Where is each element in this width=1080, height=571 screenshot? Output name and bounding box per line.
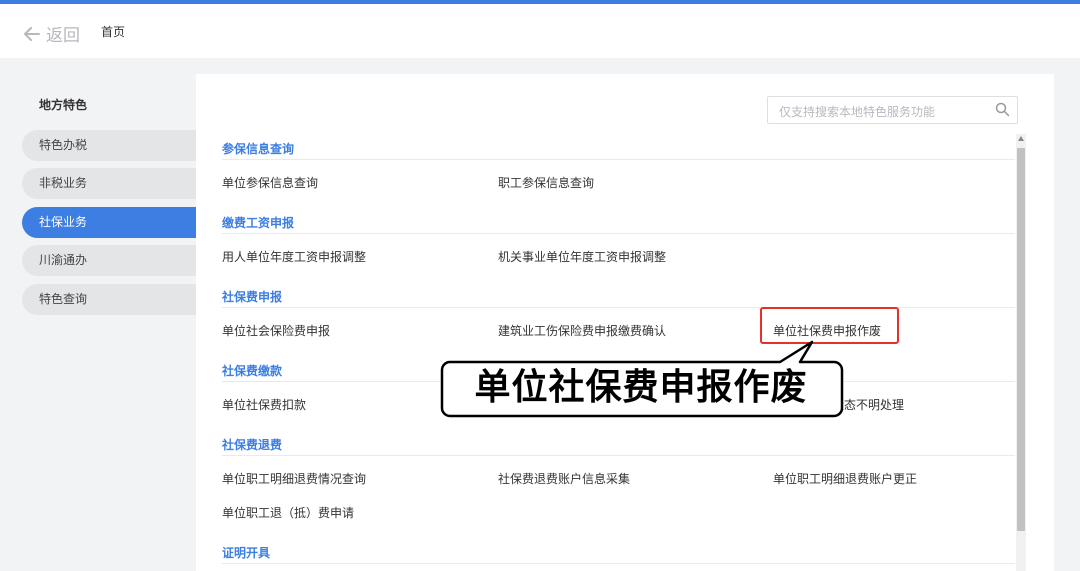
callout-text: 单位社保费申报作废: [474, 367, 808, 408]
header-bar: 返回 首页: [0, 4, 1080, 58]
service-link[interactable]: 社保费退费账户信息采集: [498, 470, 630, 487]
scrollbar-thumb[interactable]: [1017, 148, 1025, 531]
service-link[interactable]: 单位社会保险费申报: [222, 322, 330, 339]
service-link[interactable]: 职工参保信息查询: [498, 174, 594, 191]
breadcrumb-home[interactable]: 首页: [101, 23, 125, 40]
section-divider: [222, 233, 1015, 234]
sidebar-item-special-query[interactable]: 特色查询: [22, 284, 198, 315]
service-link[interactable]: 用人单位年度工资申报调整: [222, 248, 366, 265]
sidebar-item-social-security[interactable]: 社保业务: [22, 207, 198, 238]
sidebar-item-non-tax[interactable]: 非税业务: [22, 168, 198, 199]
arrow-left-icon: [24, 26, 40, 41]
scroll-up-icon[interactable]: [1018, 136, 1024, 141]
search-placeholder: 仅支持搜索本地特色服务功能: [779, 105, 936, 119]
section-title: 证明开具: [222, 546, 271, 560]
section-divider: [222, 455, 1015, 456]
service-link[interactable]: 机关事业单位年度工资申报调整: [498, 248, 666, 265]
section-title: 社保费缴款: [222, 364, 283, 378]
section-title: 社保费退费: [222, 438, 283, 452]
search-icon[interactable]: [995, 102, 1010, 117]
section-divider: [222, 159, 1015, 160]
section-title: 参保信息查询: [222, 142, 295, 156]
section-divider: [222, 563, 1015, 564]
service-link[interactable]: 单位社保费扣款: [222, 396, 306, 413]
service-link[interactable]: 单位职工退（抵）费申请: [222, 504, 354, 521]
sidebar-item-special-tax[interactable]: 特色办税: [22, 130, 198, 161]
service-link[interactable]: 单位职工明细退费情况查询: [222, 470, 366, 487]
sidebar-title: 地方特色: [39, 98, 88, 112]
section-title: 缴费工资申报: [222, 216, 295, 230]
service-link[interactable]: 单位参保信息查询: [222, 174, 318, 191]
sidebar-item-chuanyu[interactable]: 川渝通办: [22, 245, 198, 276]
main-panel: 仅支持搜索本地特色服务功能 参保信息查询 单位参保信息查询 职工参保信息查询 缴…: [196, 74, 1054, 571]
section-title: 社保费申报: [222, 290, 283, 304]
back-button[interactable]: 返回: [24, 21, 80, 46]
service-link[interactable]: 单位职工明细退费账户更正: [773, 470, 917, 487]
search-input[interactable]: 仅支持搜索本地特色服务功能: [767, 96, 1018, 124]
service-link-highlighted[interactable]: 单位社保费申报作废: [773, 322, 881, 339]
back-label: 返回: [46, 26, 80, 46]
service-link[interactable]: 建筑业工伤保险费申报缴费确认: [498, 322, 666, 339]
